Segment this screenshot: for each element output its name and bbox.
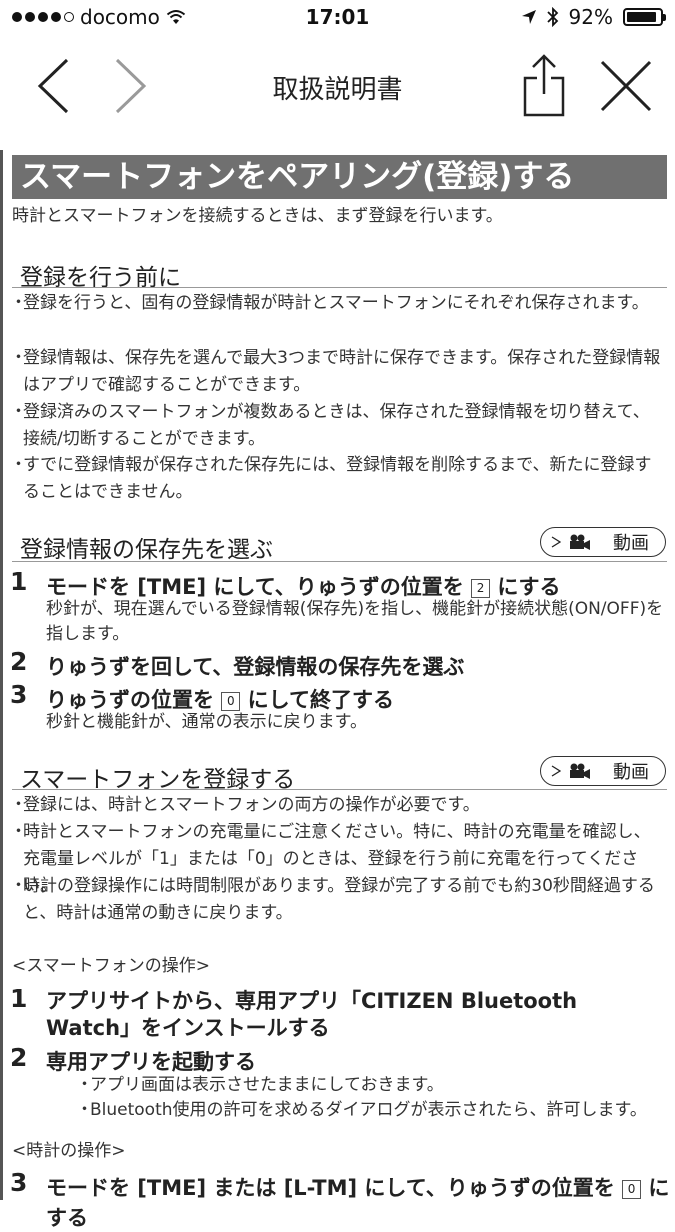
list-item: ・登録を行うと、固有の登録情報が時計とスマートフォンにそれぞれ保存されます。 bbox=[10, 293, 649, 313]
step-number: 3 bbox=[10, 1168, 28, 1197]
step-description: 秒針が、現在選んでいる登録情報(保存先)を指し、機能針が接続状態(ON/OFF)… bbox=[46, 599, 664, 644]
step-number: 1 bbox=[10, 567, 28, 596]
list-item: ・すでに登録情報が保存された保存先には、登録情報を削除するまで、新たに登録するこ… bbox=[10, 455, 652, 502]
share-icon bbox=[523, 54, 565, 117]
crown-position-badge: 2 bbox=[471, 579, 491, 598]
battery-icon bbox=[623, 8, 666, 26]
video-button[interactable]: 動画 bbox=[540, 756, 666, 786]
watch-operations-label: <時計の操作> bbox=[12, 1141, 126, 1161]
crown-position-badge: 0 bbox=[622, 1180, 642, 1199]
step-title: モードを [TME] または [L-TM] にして、りゅうずの位置を 0 にする bbox=[46, 1176, 670, 1230]
section-banner: スマートフォンをペアリング(登録)する bbox=[12, 155, 667, 199]
close-button[interactable] bbox=[598, 56, 654, 116]
step-number: 2 bbox=[10, 647, 28, 676]
step-title: アプリサイトから、専用アプリ「CITIZEN Bluetooth Watch」を… bbox=[46, 989, 578, 1040]
crown-position-badge: 0 bbox=[221, 692, 241, 711]
video-button-label: 動画 bbox=[613, 533, 649, 554]
list-item: ・時計の登録操作には時間制限があります。登録が完了する前でも約30秒間経過すると… bbox=[10, 876, 655, 923]
battery-fill bbox=[627, 12, 657, 22]
step-number: 2 bbox=[10, 1043, 28, 1072]
status-bar: docomo 17:01 92% bbox=[0, 0, 675, 36]
bluetooth-icon bbox=[546, 7, 558, 27]
list-item: ・登録済みのスマートフォンが複数あるときは、保存された登録情報を切り替えて、接続… bbox=[10, 402, 650, 449]
list-item: ・登録には、時計とスマートフォンの両方の操作が必要です。 bbox=[10, 795, 480, 815]
nav-bar: 取扱説明書 bbox=[0, 36, 675, 136]
status-right: 92% bbox=[521, 5, 666, 29]
heading-rule bbox=[12, 287, 667, 288]
location-arrow-icon bbox=[521, 10, 536, 24]
battery-percent: 92% bbox=[568, 5, 613, 29]
phone-operations-label: <スマートフォンの操作> bbox=[12, 956, 210, 976]
step-number: 1 bbox=[10, 984, 28, 1013]
intro-text: 時計とスマートフォンを接続するときは、まず登録を行います。 bbox=[12, 206, 503, 226]
video-camera-icon bbox=[570, 534, 590, 550]
page-left-rule bbox=[0, 150, 3, 1200]
heading-rule bbox=[12, 561, 667, 562]
play-arrow-icon bbox=[551, 536, 561, 548]
list-item: ・アプリ画面は表示させたままにしておきます。 bbox=[76, 1075, 444, 1095]
video-button-label: 動画 bbox=[613, 762, 649, 783]
step-description: 秒針と機能針が、通常の表示に戻ります。 bbox=[46, 712, 367, 732]
heading-rule bbox=[12, 789, 667, 790]
page-title: 取扱説明書 bbox=[272, 75, 403, 105]
heading-select-storage: 登録情報の保存先を選ぶ bbox=[20, 537, 273, 563]
close-icon bbox=[600, 60, 652, 112]
video-camera-icon bbox=[570, 763, 590, 779]
video-button[interactable]: 動画 bbox=[540, 527, 666, 557]
step-number: 3 bbox=[10, 680, 28, 709]
play-arrow-icon bbox=[551, 765, 561, 777]
share-button[interactable] bbox=[518, 50, 570, 120]
list-item: ・登録情報は、保存先を選んで最大3つまで時計に保存できます。保存された登録情報は… bbox=[10, 348, 661, 395]
step-title: りゅうずを回して、登録情報の保存先を選ぶ bbox=[46, 655, 465, 679]
list-item: ・ Bluetooth使用の許可を求めるダイアログが表示されたら、許可します。 bbox=[76, 1100, 647, 1120]
